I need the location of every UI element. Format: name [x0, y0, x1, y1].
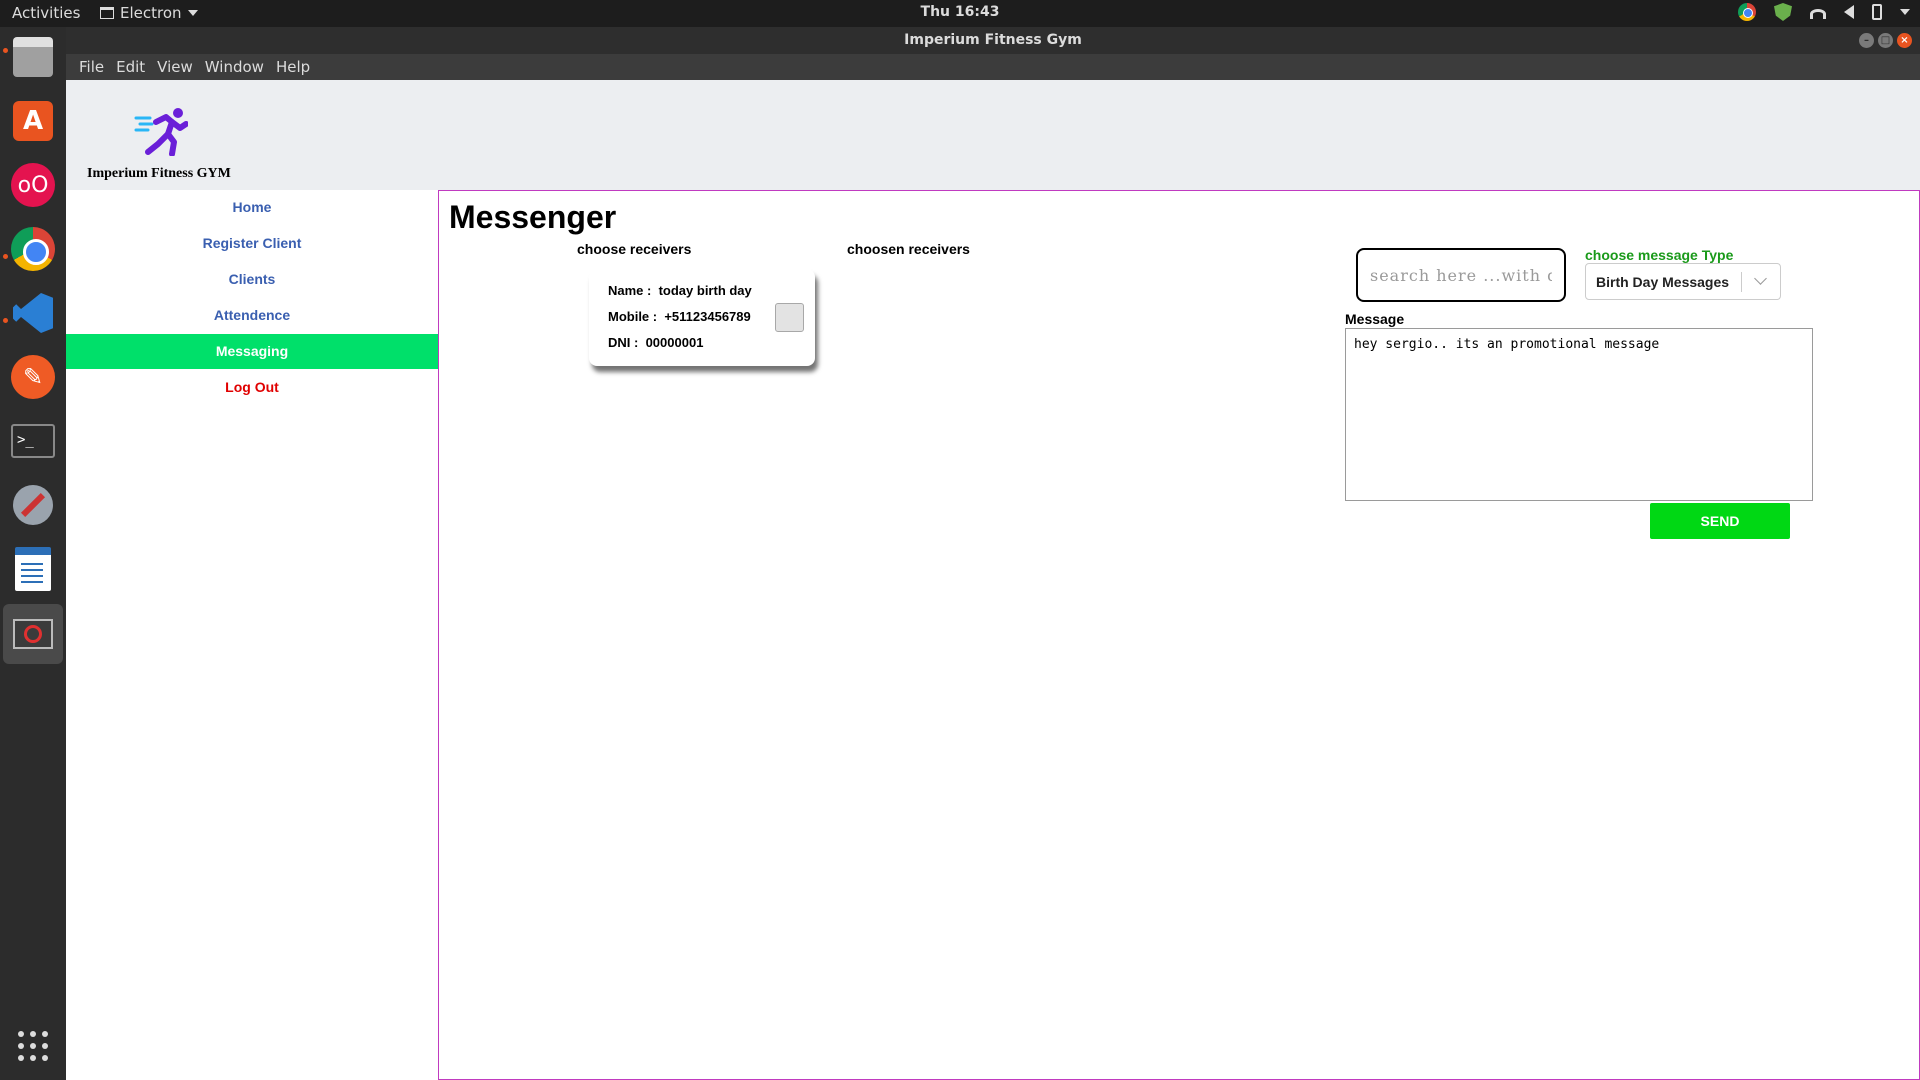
system-menu-caret-icon[interactable] [1900, 9, 1910, 15]
message-label: Message [1345, 311, 1405, 327]
name-value: today birth day [658, 283, 752, 298]
system-top-bar: Activities Electron Thu 16:43 [0, 0, 1920, 27]
menu-help[interactable]: Help [270, 54, 316, 80]
shield-icon[interactable] [1774, 3, 1792, 21]
minimize-button[interactable]: – [1859, 33, 1874, 48]
tools-icon [13, 485, 53, 525]
terminal-launcher[interactable]: >_ [9, 417, 57, 465]
software-launcher[interactable]: A [9, 97, 57, 145]
files-icon [13, 37, 53, 77]
clock[interactable]: Thu 16:43 [921, 4, 1000, 20]
app-menu[interactable]: Electron [100, 4, 198, 22]
terminal-icon: >_ [11, 424, 55, 458]
dni-value: 00000001 [645, 335, 704, 350]
chrome-launcher[interactable] [9, 225, 57, 273]
page-title: Messenger [449, 199, 617, 235]
brand-name: Imperium Fitness GYM [87, 166, 231, 181]
tools-launcher[interactable] [9, 481, 57, 529]
close-button[interactable]: × [1897, 33, 1912, 48]
sidebar-item-logout[interactable]: Log Out [66, 370, 438, 405]
chosen-receivers-label: choosen receivers [847, 241, 970, 257]
running-indicator [3, 318, 8, 323]
system-tray[interactable] [1738, 3, 1910, 21]
receiver-card[interactable]: Name : today birth day Mobile : +5112345… [589, 269, 815, 366]
card-mobile-row: Mobile : +51123456789 [608, 309, 751, 324]
show-apps-button[interactable] [9, 1022, 57, 1070]
app-menu-label: Electron [120, 4, 182, 22]
software-center-icon: A [13, 101, 53, 141]
message-type-select[interactable]: Birth Day Messages [1585, 263, 1781, 300]
mobile-value: +51123456789 [664, 309, 751, 324]
running-indicator [3, 254, 8, 259]
menu-window[interactable]: Window [199, 54, 270, 80]
maximize-button[interactable]: □ [1878, 33, 1893, 48]
sidebar: Home Register Client Clients Attendence … [66, 190, 438, 1080]
writer-launcher[interactable] [9, 545, 57, 593]
apps-grid-icon [18, 1031, 48, 1061]
window-titlebar[interactable]: Imperium Fitness Gym – □ × [66, 27, 1920, 54]
message-type-value: Birth Day Messages [1596, 274, 1730, 290]
menu-file[interactable]: File [73, 54, 110, 80]
wifi-icon [1810, 9, 1826, 19]
chevron-down-icon [1754, 272, 1767, 285]
messenger-panel: Messenger choose receivers choosen recei… [438, 190, 1920, 1080]
postman-icon: ✎ [11, 355, 55, 399]
running-indicator [3, 48, 8, 53]
oo-launcher[interactable]: oO [9, 161, 57, 209]
oo-app-icon: oO [11, 163, 55, 207]
battery-icon [1872, 4, 1882, 20]
sidebar-item-messaging[interactable]: Messaging [66, 334, 438, 369]
files-launcher[interactable] [9, 33, 57, 81]
message-textarea[interactable]: hey sergio.. its an promotional message [1345, 328, 1813, 501]
sidebar-item-clients[interactable]: Clients [66, 262, 438, 297]
activities-button[interactable]: Activities [12, 4, 80, 22]
name-label: Name : [608, 283, 652, 298]
vscode-launcher[interactable] [9, 289, 57, 337]
writer-icon [15, 547, 51, 591]
sidebar-item-register-client[interactable]: Register Client [66, 226, 438, 261]
vscode-icon [13, 293, 53, 333]
select-receiver-checkbox[interactable] [775, 303, 804, 332]
select-separator [1741, 272, 1742, 292]
electron-launcher[interactable] [3, 604, 63, 664]
chrome-icon[interactable] [1738, 3, 1756, 21]
menu-bar: File Edit View Window Help [66, 54, 1920, 80]
electron-app-icon [13, 619, 53, 649]
postman-launcher[interactable]: ✎ [9, 353, 57, 401]
card-name-row: Name : today birth day [608, 283, 752, 298]
send-button[interactable]: SEND [1650, 503, 1790, 539]
menu-edit[interactable]: Edit [110, 54, 151, 80]
caret-down-icon [187, 10, 198, 16]
window-icon [100, 7, 114, 19]
volume-icon [1844, 5, 1854, 19]
menu-view[interactable]: View [151, 54, 199, 80]
search-input[interactable] [1356, 248, 1566, 302]
sidebar-item-home[interactable]: Home [66, 190, 438, 225]
launcher-dock: A oO ✎ >_ [0, 27, 66, 1080]
app-header: Imperium Fitness GYM [66, 80, 1920, 190]
running-man-logo-icon [134, 108, 188, 156]
mobile-label: Mobile : [608, 309, 658, 324]
dni-label: DNI : [608, 335, 639, 350]
window-title: Imperium Fitness Gym [904, 32, 1082, 48]
chrome-icon [11, 227, 55, 271]
sidebar-item-attendence[interactable]: Attendence [66, 298, 438, 333]
card-dni-row: DNI : 00000001 [608, 335, 703, 350]
message-type-label: choose message Type [1585, 247, 1734, 263]
choose-receivers-label: choose receivers [577, 241, 692, 257]
